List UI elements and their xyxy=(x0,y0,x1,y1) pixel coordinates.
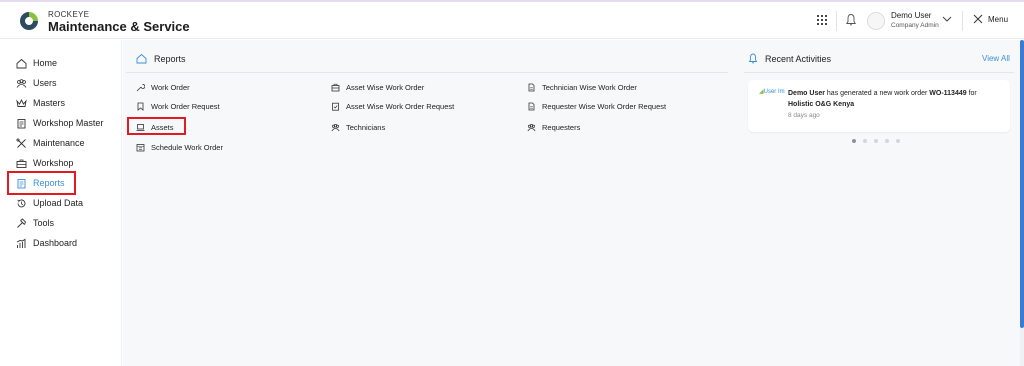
report-asset-wise-work-order[interactable]: Asset Wise Work Order xyxy=(331,81,424,93)
wrench-icon xyxy=(136,83,145,91)
report-work-order-request[interactable]: Work Order Request xyxy=(136,100,220,112)
clipboard-icon xyxy=(17,118,26,128)
document-icon xyxy=(528,83,535,91)
tools-icon xyxy=(16,137,26,148)
header-divider xyxy=(962,11,963,31)
report-technicians[interactable]: Technicians xyxy=(331,121,385,133)
carousel-dot[interactable] xyxy=(885,139,889,143)
assets-highlight-box xyxy=(127,117,186,135)
carousel-dot[interactable] xyxy=(852,139,856,143)
clipboard-check-icon xyxy=(332,102,339,111)
brand-small-text: ROCKEYE xyxy=(48,10,90,19)
user-role: Company Admin xyxy=(891,22,939,29)
report-technician-wise-work-order[interactable]: Technician Wise Work Order xyxy=(527,81,637,93)
sidebar-item-dashboard[interactable]: Dashboard xyxy=(16,235,77,251)
activity-order-id[interactable]: WO-113449 xyxy=(929,90,966,97)
report-requester-wise-work-order-request[interactable]: Requester Wise Work Order Request xyxy=(527,100,666,112)
sidebar-item-label: Workshop Master xyxy=(33,118,104,128)
recent-divider xyxy=(744,72,1014,73)
report-asset-wise-work-order-request[interactable]: Asset Wise Work Order Request xyxy=(331,100,454,112)
crown-icon xyxy=(16,98,27,107)
calendar-icon xyxy=(136,143,145,151)
report-work-order[interactable]: Work Order xyxy=(136,81,190,93)
activity-card[interactable]: ◢User Im Demo User has generated a new w… xyxy=(748,80,1010,132)
sidebar-item-label: Dashboard xyxy=(33,238,78,248)
bell-icon[interactable] xyxy=(845,13,857,27)
home-icon xyxy=(16,58,27,68)
sidebar-item-home[interactable]: Home xyxy=(16,55,57,71)
report-label: Requester Wise Work Order Request xyxy=(542,101,667,111)
activity-for: for xyxy=(966,90,977,97)
apps-grid-icon[interactable] xyxy=(817,15,827,25)
carousel-dot[interactable] xyxy=(874,139,878,143)
report-label: Requesters xyxy=(542,122,581,132)
reports-divider xyxy=(126,72,728,73)
users-icon xyxy=(331,123,340,131)
reports-highlight-box xyxy=(7,171,76,195)
activity-time: 8 days ago xyxy=(788,112,820,119)
sidebar-item-label: Workshop xyxy=(33,158,74,168)
avatar[interactable] xyxy=(867,12,885,30)
reports-section-title: Reports xyxy=(136,53,186,64)
chart-icon xyxy=(16,238,26,248)
report-label: Schedule Work Order xyxy=(151,142,223,152)
menu-button[interactable]: Menu xyxy=(973,14,1008,24)
user-image-alt: User Im xyxy=(763,89,785,95)
header-divider xyxy=(836,11,837,31)
sidebar-item-masters[interactable]: Masters xyxy=(16,95,65,111)
carousel-dot[interactable] xyxy=(863,139,867,143)
scrollbar-thumb[interactable] xyxy=(1020,40,1024,328)
toolbox-icon xyxy=(331,83,340,91)
report-label: Work Order xyxy=(151,82,190,92)
reports-panel xyxy=(123,40,737,366)
activity-user: Demo User xyxy=(788,90,825,97)
carousel-dot[interactable] xyxy=(896,139,900,143)
app-header: ROCKEYE Maintenance & Service Demo User … xyxy=(0,2,1024,39)
user-name[interactable]: Demo User xyxy=(891,11,931,20)
menu-label: Menu xyxy=(988,14,1009,24)
rockeye-logo-icon[interactable] xyxy=(18,10,40,32)
brand-title: Maintenance & Service xyxy=(48,19,190,34)
sidebar-item-label: Home xyxy=(33,58,58,68)
view-all-link[interactable]: View All xyxy=(982,54,1010,63)
report-schedule-work-order[interactable]: Schedule Work Order xyxy=(136,141,223,153)
bookmark-icon xyxy=(137,102,144,111)
sidebar-item-label: Masters xyxy=(33,98,66,108)
user-image-placeholder: ◢User Im xyxy=(759,88,785,95)
users-icon xyxy=(16,78,27,88)
hammer-icon xyxy=(17,217,27,228)
sidebar-item-upload-data[interactable]: Upload Data xyxy=(16,195,83,211)
report-label: Asset Wise Work Order Request xyxy=(346,101,455,111)
activity-text: Demo User has generated a new work order… xyxy=(788,88,1003,110)
sidebar-item-users[interactable]: Users xyxy=(16,75,57,91)
activity-client: Holistic O&G Kenya xyxy=(788,101,855,108)
sidebar-item-label: Users xyxy=(33,78,57,88)
sidebar-item-maintenance[interactable]: Maintenance xyxy=(16,135,85,151)
report-label: Technician Wise Work Order xyxy=(542,82,637,92)
report-label: Work Order Request xyxy=(151,101,220,111)
report-label: Technicians xyxy=(346,122,386,132)
sidebar-item-label: Tools xyxy=(33,218,55,228)
report-label: Asset Wise Work Order xyxy=(346,82,425,92)
chevron-down-icon[interactable] xyxy=(942,15,952,23)
sidebar-item-label: Maintenance xyxy=(33,138,85,148)
toolbox-icon xyxy=(16,159,27,168)
sidebar-item-workshop[interactable]: Workshop xyxy=(16,155,73,171)
reports-title: Reports xyxy=(154,53,186,64)
users-icon xyxy=(527,123,536,131)
activity-message: has generated a new work order xyxy=(824,90,930,97)
sidebar-item-workshop-master[interactable]: Workshop Master xyxy=(16,115,103,131)
home-icon xyxy=(136,53,147,64)
recent-activities-header: Recent Activities xyxy=(748,53,831,64)
history-icon xyxy=(17,199,26,207)
bell-icon xyxy=(748,53,758,64)
carousel-dots xyxy=(852,139,900,143)
close-icon xyxy=(973,14,983,24)
sidebar-item-tools[interactable]: Tools xyxy=(16,215,54,231)
sidebar-item-label: Upload Data xyxy=(33,198,84,208)
report-requesters[interactable]: Requesters xyxy=(527,121,580,133)
recent-activities-title: Recent Activities xyxy=(765,53,832,64)
document-icon xyxy=(528,102,535,110)
scrollbar-track[interactable] xyxy=(1020,328,1024,366)
